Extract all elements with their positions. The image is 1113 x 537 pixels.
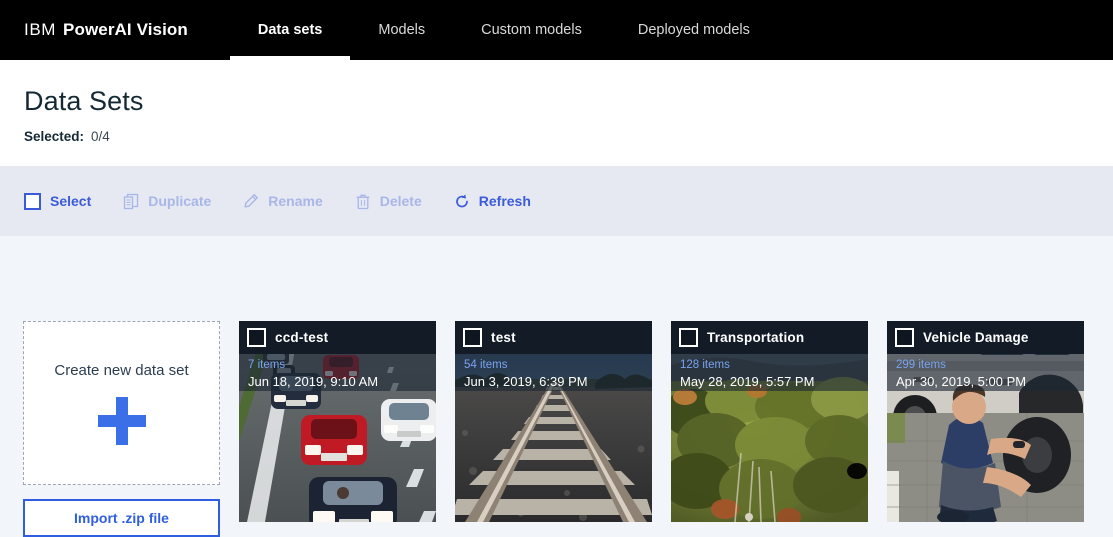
- data-set-date: Apr 30, 2019, 5:00 PM: [896, 374, 1027, 389]
- delete-button-label: Delete: [379, 193, 422, 209]
- card-metadata: 299 items Apr 30, 2019, 5:00 PM: [887, 354, 1084, 391]
- brand-product-text: PowerAI Vision: [63, 20, 188, 39]
- data-set-date: Jun 18, 2019, 9:10 AM: [248, 374, 379, 389]
- data-set-item-count: 54 items: [464, 359, 508, 371]
- data-sets-grid: Create new data set Import .zip file ccd…: [0, 306, 1113, 537]
- data-set-item-count: 7 items: [248, 359, 286, 371]
- brand-logo[interactable]: IBM PowerAI Vision: [0, 0, 188, 60]
- card-header: Transportation: [671, 321, 868, 354]
- refresh-icon: [455, 193, 468, 207]
- duplicate-icon: [124, 193, 139, 209]
- data-set-card-ccd-test[interactable]: ccd-test 7 items Jun 18, 2019, 9:10 AM: [239, 321, 436, 522]
- page-title: Data Sets: [24, 86, 144, 116]
- data-set-name: test: [491, 330, 516, 345]
- rename-button[interactable]: Rename: [243, 187, 336, 216]
- tab-models[interactable]: Models: [350, 0, 453, 60]
- card-checkbox-icon[interactable]: [679, 328, 698, 347]
- card-header: test: [455, 321, 652, 354]
- data-set-card-transportation[interactable]: Transportation 128 items May 28, 2019, 5…: [671, 321, 868, 522]
- selected-count-value: 0/4: [91, 129, 110, 144]
- tab-data-sets-label: Data sets: [257, 22, 323, 38]
- card-checkbox-icon[interactable]: [247, 328, 266, 347]
- data-set-name: ccd-test: [275, 330, 329, 345]
- create-new-data-set-label: Create new data set: [54, 361, 189, 379]
- create-new-data-set-card[interactable]: Create new data set: [23, 321, 220, 485]
- tab-custom-models-label: Custom models: [481, 22, 582, 38]
- card-metadata: 54 items Jun 3, 2019, 6:39 PM: [455, 354, 652, 391]
- checkbox-icon[interactable]: [24, 192, 41, 210]
- tab-deployed-models-label: Deployed models: [637, 22, 750, 38]
- tab-custom-models[interactable]: Custom models: [453, 0, 610, 60]
- data-set-name: Transportation: [707, 330, 805, 345]
- import-zip-label: Import .zip file: [74, 510, 169, 526]
- data-set-card-vehicle-damage[interactable]: Vehicle Damage 299 items Apr 30, 2019, 5…: [887, 321, 1084, 522]
- page-header: Data Sets Selected: 0/4: [0, 60, 1113, 166]
- select-button-label: Select: [50, 193, 92, 209]
- trash-icon: [356, 194, 369, 209]
- data-set-item-count: 128 items: [680, 359, 730, 371]
- card-metadata: 128 items May 28, 2019, 5:57 PM: [671, 354, 868, 391]
- rename-button-label: Rename: [268, 193, 323, 209]
- brand-ibm-text: IBM: [24, 20, 57, 39]
- tab-deployed-models[interactable]: Deployed models: [610, 0, 778, 60]
- tab-data-sets[interactable]: Data sets: [229, 0, 351, 60]
- tab-models-label: Models: [378, 22, 426, 38]
- data-set-name: Vehicle Damage: [923, 330, 1029, 345]
- card-metadata: 7 items Jun 18, 2019, 9:10 AM: [239, 354, 436, 391]
- delete-button[interactable]: Delete: [355, 187, 436, 216]
- duplicate-button-label: Duplicate: [148, 193, 212, 209]
- selected-count: Selected: 0/4: [24, 129, 1113, 144]
- refresh-button[interactable]: Refresh: [454, 187, 545, 216]
- card-header: Vehicle Damage: [887, 321, 1084, 354]
- import-zip-button[interactable]: Import .zip file: [23, 499, 220, 537]
- pencil-icon: [244, 193, 259, 207]
- top-navigation-bar: IBM PowerAI Vision Data sets Models Cust…: [0, 0, 1113, 60]
- data-set-item-count: 299 items: [896, 359, 946, 371]
- main-tabs: Data sets Models Custom models Deployed …: [229, 0, 778, 60]
- action-toolbar: Select Duplicate Rename Delete Refresh: [0, 166, 1113, 236]
- duplicate-button[interactable]: Duplicate: [123, 187, 225, 216]
- card-checkbox-icon[interactable]: [463, 328, 482, 347]
- selected-count-label: Selected:: [24, 129, 85, 144]
- content-spacer: [0, 236, 1113, 306]
- plus-icon: [97, 396, 146, 445]
- card-checkbox-icon[interactable]: [895, 328, 914, 347]
- data-set-card-test[interactable]: test 54 items Jun 3, 2019, 6:39 PM: [455, 321, 652, 522]
- data-set-date: May 28, 2019, 5:57 PM: [680, 374, 815, 389]
- data-set-date: Jun 3, 2019, 6:39 PM: [464, 374, 588, 389]
- select-button[interactable]: Select: [24, 187, 105, 216]
- card-header: ccd-test: [239, 321, 436, 354]
- refresh-button-label: Refresh: [478, 193, 531, 209]
- create-column: Create new data set Import .zip file: [23, 321, 220, 537]
